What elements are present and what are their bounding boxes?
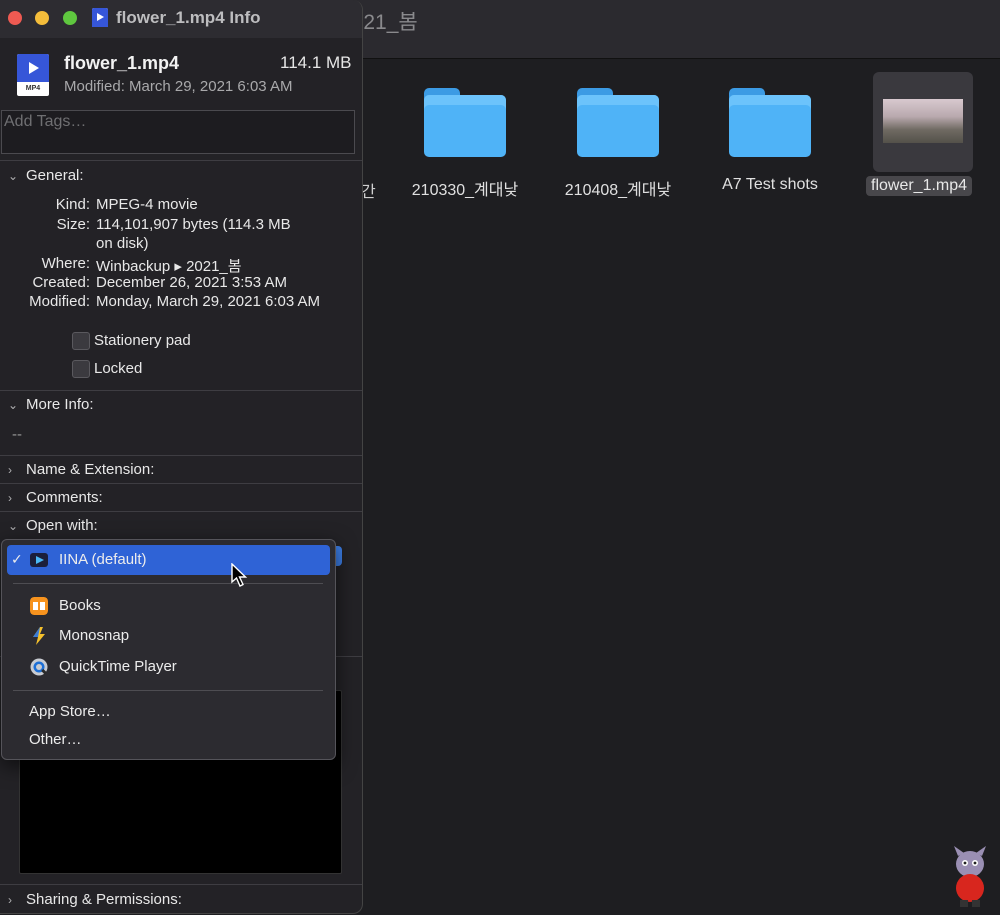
- selected-file-label[interactable]: flower_1.mp4: [866, 176, 973, 196]
- folder-icon: [729, 88, 811, 160]
- section-title: Name & Extension:: [26, 461, 155, 478]
- folder-210408[interactable]: 210408_계대낮: [543, 80, 693, 200]
- divider: [0, 483, 362, 484]
- tags-input[interactable]: Add Tags…: [1, 110, 355, 154]
- folder-label: A7 Test shots: [722, 176, 818, 193]
- modified-header: Modified: March 29, 2021 6:03 AM: [64, 78, 293, 95]
- books-icon: [30, 597, 48, 615]
- menu-divider: [13, 690, 323, 691]
- chevron-right-icon: ›: [8, 463, 12, 477]
- stationery-pad-checkbox[interactable]: [72, 332, 90, 350]
- size-value-cont: on disk): [96, 235, 149, 252]
- divider: [0, 884, 362, 885]
- close-button[interactable]: [8, 11, 22, 25]
- file-size: 114.1 MB: [280, 53, 352, 72]
- folder-icon: [424, 88, 506, 160]
- menu-item-label: Other…: [29, 731, 82, 748]
- chevron-down-icon: ⌄: [8, 398, 19, 412]
- thumbnail-image: [883, 99, 963, 143]
- menu-item-label: App Store…: [29, 703, 111, 720]
- size-value: 114,101,907 bytes (114.3 MB: [96, 216, 291, 233]
- video-file-icon: [92, 8, 108, 27]
- open-with-menu: ✓ IINA (default) Books Monosnap QuickTim…: [1, 539, 336, 760]
- iina-icon: [30, 553, 48, 567]
- menu-item-iina[interactable]: ✓ IINA (default): [7, 545, 330, 575]
- more-info-value: --: [12, 426, 22, 443]
- section-name-extension[interactable]: › Name & Extension:: [8, 461, 154, 478]
- get-info-panel: flower_1.mp4 Info MP4 flower_1.mp4 114.1…: [0, 0, 363, 914]
- chevron-right-icon: ›: [8, 893, 12, 907]
- section-sharing-permissions[interactable]: › Sharing & Permissions:: [8, 891, 182, 908]
- section-more-info[interactable]: ⌄ More Info:: [8, 396, 94, 413]
- locked-checkbox[interactable]: [72, 360, 90, 378]
- locked-label: Locked: [94, 360, 143, 377]
- monosnap-icon: [33, 627, 45, 645]
- section-title: Sharing & Permissions:: [26, 891, 182, 908]
- divider: [0, 455, 362, 456]
- chevron-down-icon: ⌄: [8, 519, 19, 533]
- file-name: flower_1.mp4: [64, 53, 180, 73]
- mp4-icon-text: MP4: [25, 85, 41, 92]
- folder-a7-test-shots[interactable]: A7 Test shots: [695, 80, 845, 194]
- where-value: Winbackup ▸ 2021_봄: [96, 258, 242, 275]
- zoom-button[interactable]: [63, 11, 77, 25]
- menu-item-books[interactable]: Books: [7, 591, 330, 621]
- menu-item-app-store[interactable]: App Store…: [7, 697, 330, 727]
- mascot-icon: [954, 846, 986, 907]
- section-open-with[interactable]: ⌄ Open with:: [8, 517, 98, 534]
- folder-210330[interactable]: 210330_계대낮: [390, 80, 540, 200]
- section-title: More Info:: [26, 396, 94, 413]
- created-value: December 26, 2021 3:53 AM: [96, 274, 287, 291]
- video-file-thumbnail[interactable]: [873, 72, 973, 172]
- folder-label: 210330_계대낮: [411, 182, 519, 199]
- divider: [0, 160, 362, 161]
- stationery-pad-label: Stationery pad: [94, 332, 191, 349]
- modified-label: Modified:: [29, 293, 90, 310]
- kind-label: Kind:: [55, 196, 90, 213]
- section-title: Comments:: [26, 489, 103, 506]
- menu-item-monosnap[interactable]: Monosnap: [7, 621, 330, 651]
- folder-label-partial: 간: [361, 184, 376, 201]
- divider: [0, 390, 362, 391]
- where-label: Where:: [41, 255, 90, 272]
- chevron-down-icon: ⌄: [8, 169, 19, 183]
- minimize-button[interactable]: [35, 11, 49, 25]
- folder-icon: [577, 88, 659, 160]
- section-comments[interactable]: › Comments:: [8, 489, 103, 506]
- quicktime-icon: [30, 658, 48, 676]
- menu-item-label: Books: [59, 597, 101, 614]
- menu-divider: [13, 583, 323, 584]
- window-title: flower_1.mp4 Info: [116, 8, 261, 27]
- checkmark-icon: ✓: [11, 551, 23, 567]
- divider: [0, 511, 362, 512]
- section-general[interactable]: ⌄ General:: [8, 167, 84, 184]
- mouse-pointer-icon: [231, 563, 248, 587]
- menu-item-quicktime[interactable]: QuickTime Player: [7, 652, 330, 682]
- folder-label: 210408_계대낮: [564, 182, 672, 199]
- menu-item-other[interactable]: Other…: [7, 725, 330, 755]
- size-label: Size:: [56, 216, 90, 233]
- section-title: Open with:: [26, 517, 98, 534]
- kind-value: MPEG-4 movie: [96, 196, 198, 213]
- mp4-file-icon: MP4: [17, 54, 49, 96]
- section-title: General:: [26, 167, 84, 184]
- menu-item-label: QuickTime Player: [59, 658, 177, 675]
- info-titlebar: flower_1.mp4 Info: [0, 0, 362, 38]
- menu-item-label: IINA (default): [59, 551, 147, 568]
- created-label: Created:: [32, 274, 90, 291]
- modified-value: Monday, March 29, 2021 6:03 AM: [96, 293, 321, 310]
- menu-item-label: Monosnap: [59, 627, 130, 644]
- chevron-right-icon: ›: [8, 491, 12, 505]
